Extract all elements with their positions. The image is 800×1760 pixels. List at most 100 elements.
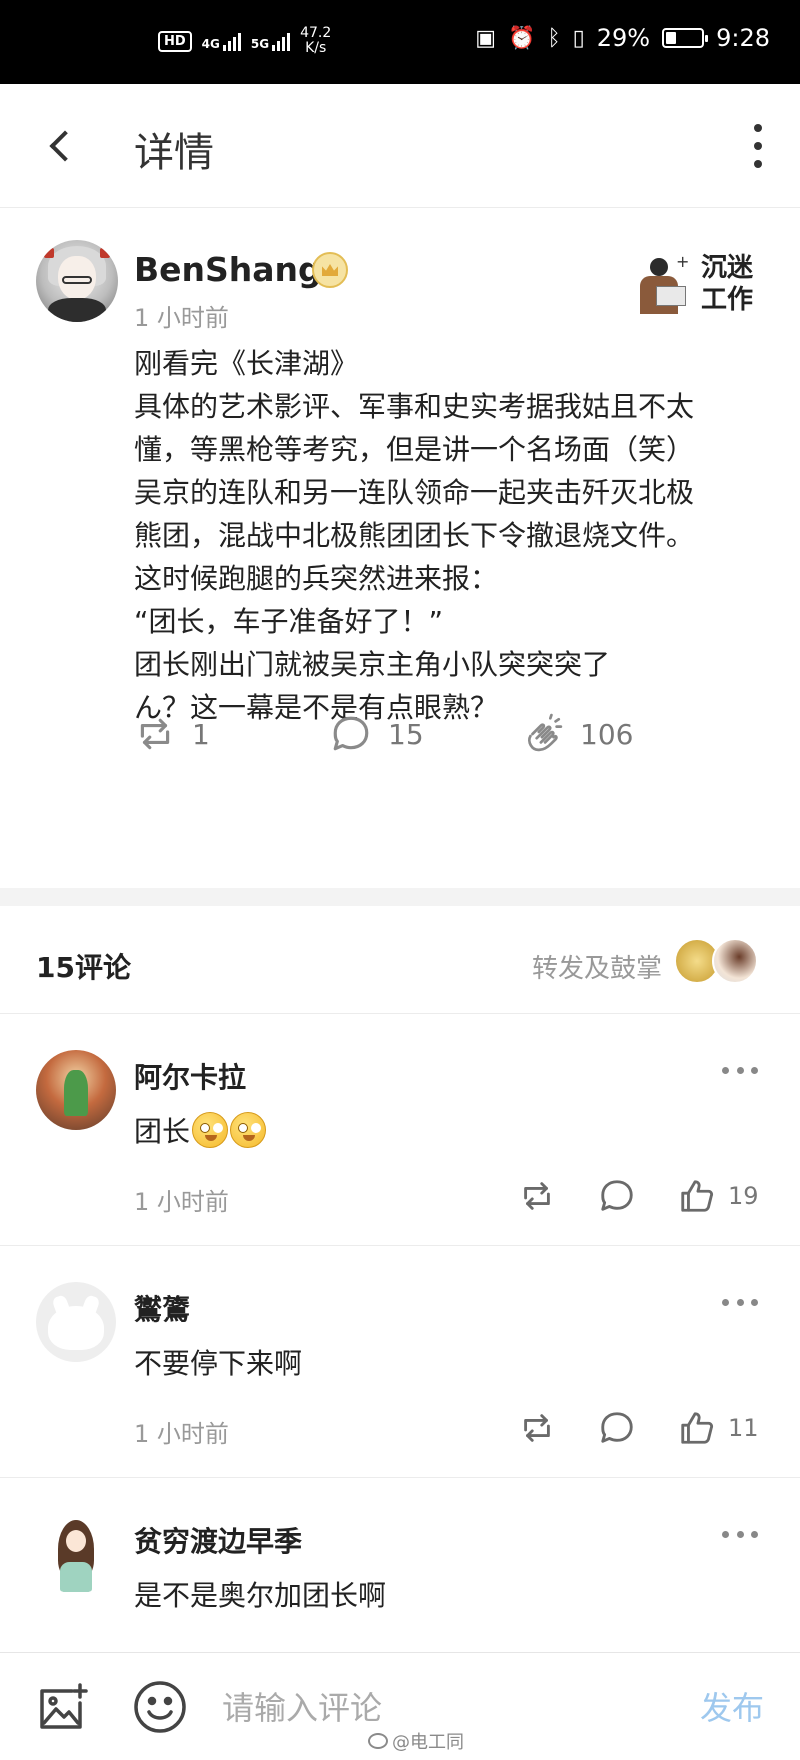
top-nav-bar: 详情	[0, 84, 800, 208]
comments-tab[interactable]: 15评论	[36, 946, 131, 986]
more-vertical-icon	[754, 124, 762, 132]
publish-button[interactable]: 发布	[700, 1683, 764, 1729]
status-bar: HD 4G 5G 47.2 K/s ▣ ⏰ ᛒ ▯ 29% 9:28	[0, 0, 800, 84]
commenter-avatar[interactable]	[36, 1514, 116, 1594]
battery-fill	[666, 32, 677, 44]
comment-actions: 19	[518, 1174, 768, 1218]
comment-text-content: 是不是奥尔加团长啊	[134, 1579, 387, 1612]
comment-actions: 11	[518, 1406, 768, 1450]
grinning-emoji-icon	[192, 1112, 229, 1148]
add-image-button[interactable]	[36, 1683, 88, 1733]
thumbs-up-icon	[681, 1412, 714, 1444]
comment-button[interactable]: 15	[330, 708, 424, 760]
comment-item: 贫穷渡边早季 是不是奥尔加团长啊	[0, 1478, 800, 1652]
thumbs-up-icon	[681, 1180, 714, 1212]
watermark: @电工同	[368, 1728, 464, 1754]
post-line: “团长，车子准备好了！”	[134, 605, 444, 638]
bluetooth-icon: ᛒ	[547, 25, 561, 51]
plus-icon: +	[676, 252, 690, 271]
comment-item: 鸑鷟 不要停下来啊 1 小时前 11	[0, 1246, 800, 1478]
comment-text: 是不是奥尔加团长啊	[134, 1574, 386, 1614]
alarm-icon: ⏰	[508, 25, 536, 51]
network-speed: 47.2 K/s	[300, 26, 331, 56]
avatar-bow-left	[44, 248, 54, 258]
weibo-logo-icon	[368, 1733, 388, 1749]
more-options-button[interactable]	[748, 124, 768, 168]
post-line: 团长刚出门就被吴京主角小队突突突了	[134, 648, 611, 681]
post-line: 刚看完《长津湖》	[134, 347, 359, 380]
chevron-left-icon	[49, 130, 81, 162]
speed-unit: K/s	[305, 40, 327, 56]
clap-button[interactable]: 106	[522, 708, 633, 760]
commenter-name[interactable]: 鸑鷟	[134, 1288, 190, 1328]
signal-icon	[222, 31, 241, 51]
clap-count: 106	[580, 717, 634, 751]
reactor-avatar	[712, 938, 758, 984]
comment-count: 15	[388, 717, 424, 751]
repost-count: 1	[192, 717, 210, 751]
section-divider	[0, 888, 800, 906]
back-button[interactable]	[38, 122, 82, 170]
network-2-label: 5G	[250, 37, 270, 51]
comment-text-content: 不要停下来啊	[134, 1347, 303, 1380]
forwards-and-claps-tab[interactable]: 转发及鼓掌	[532, 948, 662, 985]
battery-icon	[662, 28, 709, 48]
post-body: 刚看完《长津湖》 具体的艺术影评、军事和史实考据我姑且不太 懂，等黑枪等考究，但…	[134, 342, 774, 729]
post-time: 1 小时前	[134, 304, 229, 332]
brand-mark: + 沉迷工作	[636, 252, 764, 318]
commenter-name[interactable]: 阿尔卡拉	[134, 1056, 246, 1096]
comment-like-button[interactable]: 11	[678, 1406, 759, 1450]
vibrate-icon: ▯	[572, 25, 585, 51]
repost-button[interactable]: 1	[134, 708, 210, 760]
add-image-icon	[40, 1683, 88, 1729]
comment-reply-button[interactable]	[598, 1174, 636, 1218]
commenter-avatar[interactable]	[36, 1282, 116, 1362]
comment-more-button[interactable]	[722, 1064, 758, 1076]
post-card: BenShang 1 小时前 + 沉迷工作 刚看完《长津湖》 具体的艺术影评、军…	[0, 208, 800, 888]
more-vertical-icon	[754, 160, 762, 168]
emoji-button[interactable]	[132, 1679, 188, 1735]
status-left: HD 4G 5G 47.2 K/s	[158, 26, 331, 56]
comment-input[interactable]	[222, 1683, 662, 1733]
signal-icon	[272, 31, 291, 51]
post-actions: 1 15 106	[134, 708, 734, 760]
nfc-icon: ▣	[475, 25, 497, 51]
comment-time: 1 小时前	[134, 1420, 229, 1448]
commenter-name[interactable]: 贫穷渡边早季	[134, 1520, 302, 1560]
commenter-avatar[interactable]	[36, 1050, 116, 1130]
network-1-label: 4G	[201, 37, 220, 51]
like-count: 11	[728, 1414, 759, 1442]
post-line: 懂，等黑枪等考究，但是讲一个名场面（笑）	[134, 433, 695, 466]
clock: 9:28	[716, 24, 770, 52]
comment-repost-button[interactable]	[518, 1174, 556, 1218]
post-line: 具体的艺术影评、军事和史实考据我姑且不太	[134, 390, 695, 423]
comment-like-button[interactable]: 19	[678, 1174, 759, 1218]
comment-repost-button[interactable]	[518, 1406, 556, 1450]
post-line: 吴京的连队和另一连队领命一起夹击歼灭北极	[134, 476, 695, 509]
comment-more-button[interactable]	[722, 1296, 758, 1308]
post-line: 熊团，混战中北极熊团团长下令撤退烧文件。	[134, 519, 695, 552]
author-name[interactable]: BenShang	[134, 250, 322, 289]
reactor-avatars[interactable]	[674, 938, 764, 984]
comment-reply-button[interactable]	[598, 1406, 636, 1450]
comment-item: 阿尔卡拉 团长 1 小时前 19	[0, 1014, 800, 1246]
post-line: 这时候跑腿的兵突然进来报：	[134, 562, 499, 595]
brand-text: 沉迷工作	[700, 253, 753, 315]
avatar-glasses	[62, 276, 92, 284]
crown-badge-icon	[312, 252, 348, 288]
more-vertical-icon	[754, 142, 762, 150]
speed-value: 47.2	[300, 25, 332, 41]
comment-more-button[interactable]	[722, 1528, 758, 1540]
comment-icon	[601, 1180, 633, 1211]
grinning-emoji-icon	[230, 1112, 267, 1148]
avatar-bow-right	[100, 248, 110, 258]
comment-time: 1 小时前	[134, 1188, 229, 1216]
repost-icon	[524, 1414, 550, 1442]
author-avatar[interactable]	[36, 240, 118, 322]
comment-icon	[333, 716, 369, 751]
comment-text-content: 团长	[134, 1115, 191, 1148]
comments-header: 15评论 转发及鼓掌	[0, 906, 800, 1014]
battery-percent: 29%	[596, 24, 651, 52]
like-count: 19	[728, 1182, 759, 1210]
comment-text: 团长	[134, 1110, 267, 1150]
